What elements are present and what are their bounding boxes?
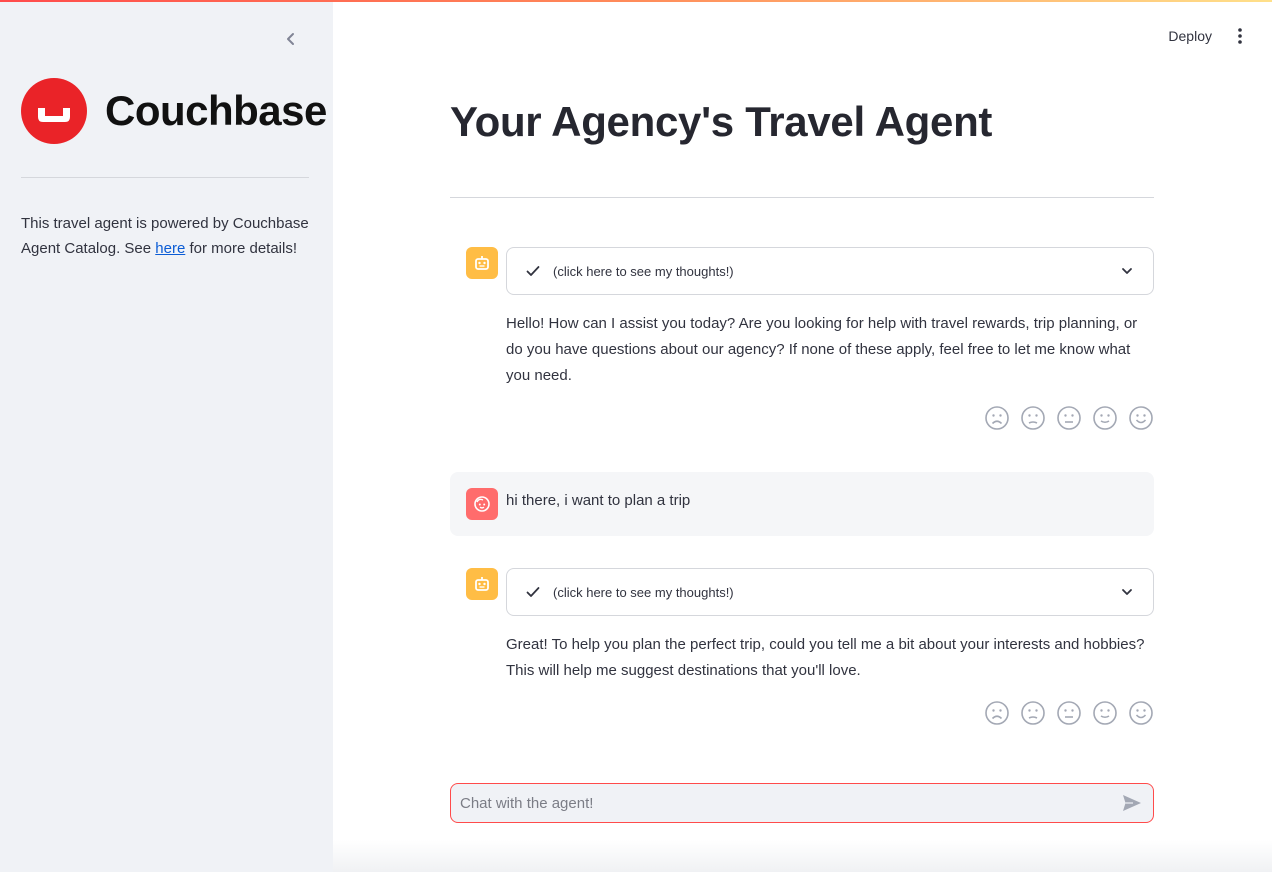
- chevron-down-icon: [1122, 268, 1132, 274]
- main-menu-button[interactable]: [1230, 24, 1250, 48]
- robot-icon: [475, 256, 489, 270]
- slightly-frowning-face-icon[interactable]: [1020, 405, 1046, 431]
- thoughts-expander[interactable]: (click here to see my thoughts!): [506, 247, 1154, 295]
- assistant-avatar: [466, 568, 498, 600]
- details-link[interactable]: here: [155, 240, 185, 257]
- thoughts-expander[interactable]: (click here to see my thoughts!): [506, 568, 1154, 616]
- assistant-message-text: Hello! How can I assist you today? Are y…: [506, 315, 1138, 384]
- thoughts-expander-label: (click here to see my thoughts!): [553, 584, 734, 600]
- bottom-shadow: [333, 840, 1272, 872]
- sidebar-description-suffix: for more details!: [185, 240, 298, 257]
- sidebar-description: This travel agent is powered by Couchbas…: [21, 211, 321, 261]
- robot-icon: [475, 577, 489, 591]
- frowning-face-icon[interactable]: [984, 700, 1010, 726]
- chat-input-container: [450, 783, 1154, 823]
- smiling-face-icon[interactable]: [1128, 405, 1154, 431]
- assistant-avatar: [466, 247, 498, 279]
- more-vertical-icon: [1238, 28, 1242, 44]
- user-message: hi there, i want to plan a trip: [450, 472, 1154, 536]
- couchbase-logo: Couchbase: [21, 78, 327, 144]
- chevron-left-icon: [287, 33, 294, 45]
- user-message-text: hi there, i want to plan a trip: [506, 492, 691, 509]
- check-icon: [526, 587, 540, 597]
- deploy-button[interactable]: Deploy: [1160, 24, 1220, 48]
- slightly-smiling-face-icon[interactable]: [1092, 700, 1118, 726]
- thoughts-expander-label: (click here to see my thoughts!): [553, 263, 734, 279]
- couchbase-logo-icon: [21, 78, 87, 144]
- user-avatar: [466, 488, 498, 520]
- feedback-faces: [974, 405, 1154, 431]
- title-divider: [450, 197, 1154, 198]
- page-title: Your Agency's Travel Agent: [450, 98, 993, 145]
- neutral-face-icon[interactable]: [1056, 405, 1082, 431]
- logo-text: Couchbase: [105, 87, 327, 134]
- slightly-frowning-face-icon[interactable]: [1020, 700, 1046, 726]
- send-button[interactable]: [1121, 792, 1143, 814]
- smiling-face-icon[interactable]: [1128, 700, 1154, 726]
- send-icon: [1123, 795, 1141, 811]
- assistant-message-text: Great! To help you plan the perfect trip…: [506, 636, 1145, 679]
- collapse-sidebar-button[interactable]: [280, 28, 302, 50]
- check-icon: [526, 266, 540, 276]
- feedback-faces: [974, 700, 1154, 726]
- header-actions: Deploy: [1160, 24, 1250, 48]
- sidebar: Couchbase This travel agent is powered b…: [0, 0, 333, 872]
- sidebar-divider: [21, 177, 309, 178]
- chat-input[interactable]: [460, 794, 1121, 812]
- neutral-face-icon[interactable]: [1056, 700, 1082, 726]
- slightly-smiling-face-icon[interactable]: [1092, 405, 1118, 431]
- header-decoration-stripe: [0, 0, 1272, 2]
- chevron-down-icon: [1122, 589, 1132, 595]
- frowning-face-icon[interactable]: [984, 405, 1010, 431]
- user-face-icon: [474, 496, 490, 512]
